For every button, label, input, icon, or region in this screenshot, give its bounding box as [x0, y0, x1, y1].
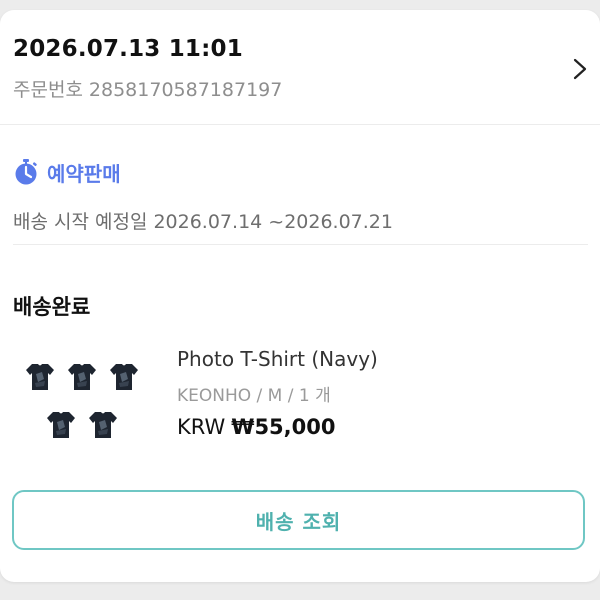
order-number-value: 2858170587187197: [88, 79, 283, 101]
product-price: KRW ₩55,000: [177, 415, 335, 439]
shipping-schedule: 배송 시작 예정일 2026.07.14 ~2026.07.21: [13, 207, 393, 234]
preorder-badge: 예약판매: [13, 157, 121, 187]
product-thumbnail[interactable]: [22, 362, 146, 450]
track-shipment-label: 배송 조회: [255, 509, 342, 534]
shipping-schedule-dates: 2026.07.14 ~2026.07.21: [153, 211, 393, 233]
order-datetime: 2026.07.13 11:01: [13, 36, 243, 62]
product-name[interactable]: Photo T-Shirt (Navy): [177, 347, 378, 371]
order-number-label: 주문번호: [13, 79, 83, 101]
order-number-row: 주문번호 2858170587187197: [13, 75, 282, 102]
track-shipment-button[interactable]: 배송 조회: [12, 490, 585, 550]
shipping-schedule-label: 배송 시작 예정일: [13, 211, 148, 233]
order-header[interactable]: 2026.07.13 11:01 주문번호 2858170587187197: [0, 10, 600, 124]
order-card: 2026.07.13 11:01 주문번호 2858170587187197 예약…: [0, 10, 600, 582]
chevron-right-icon[interactable]: [570, 57, 590, 81]
price-currency: KRW: [177, 415, 226, 439]
shipment-status: 배송완료: [13, 295, 91, 319]
stopwatch-icon: [15, 159, 37, 185]
price-amount: ₩55,000: [231, 415, 336, 439]
product-option: KEONHO / M / 1 개: [177, 386, 331, 406]
divider: [13, 244, 588, 245]
divider: [0, 124, 600, 125]
preorder-label: 예약판매: [47, 161, 121, 186]
